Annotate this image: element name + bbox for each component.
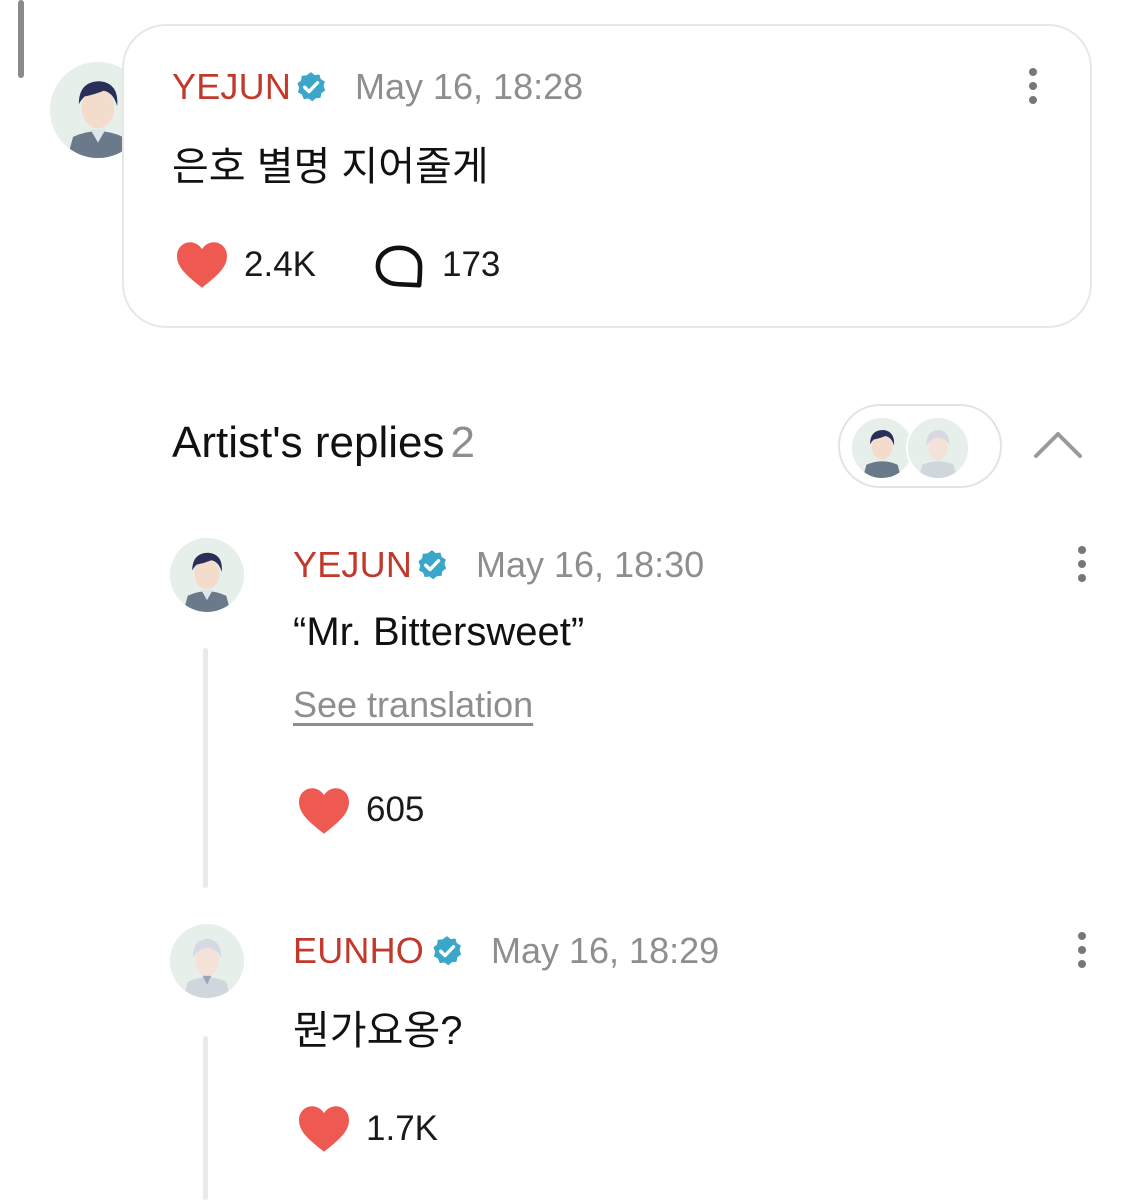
post-timestamp: May 16, 18:28 — [355, 66, 584, 107]
post-like-count: 2.4K — [244, 245, 316, 284]
reply-text: “Mr. Bittersweet” — [293, 610, 585, 654]
post-comment-count: 173 — [442, 245, 501, 284]
verified-badge-icon — [297, 72, 326, 102]
artist-replies-heading: Artist's replies 2 — [172, 418, 475, 468]
reply-more-icon[interactable] — [1075, 546, 1089, 586]
comment-bubble-icon[interactable] — [373, 244, 425, 290]
thread-line — [203, 1036, 208, 1200]
reply-more-icon[interactable] — [1075, 932, 1089, 972]
reply-text: 뭔가요옹? — [293, 1009, 463, 1053]
thread-line — [203, 648, 208, 888]
heart-icon[interactable] — [174, 240, 230, 290]
chevron-up-icon[interactable] — [1030, 424, 1086, 464]
artist-replies-count: 2 — [450, 418, 475, 467]
post-text: 은호 별명 지어줄게 — [172, 145, 489, 189]
reply-timestamp: May 16, 18:29 — [491, 930, 720, 971]
artist-avatars-pill[interactable] — [838, 404, 1002, 488]
avatar-yejun[interactable] — [170, 538, 244, 612]
artist-replies-title: Artist's replies — [172, 418, 445, 467]
verified-badge-icon — [418, 550, 447, 580]
reply-author-name[interactable]: YEJUN — [293, 544, 412, 586]
scroll-indicator[interactable] — [18, 0, 24, 78]
avatar-eunho-mini — [906, 416, 970, 480]
see-translation-link[interactable]: See translation — [293, 684, 533, 726]
avatar-yejun-mini — [850, 416, 914, 480]
heart-icon[interactable] — [296, 786, 352, 836]
reply-like-count: 605 — [366, 790, 425, 829]
post-more-icon[interactable] — [1026, 68, 1040, 108]
avatar-eunho[interactable] — [170, 924, 244, 998]
reply-author-name[interactable]: EUNHO — [293, 930, 424, 972]
heart-icon[interactable] — [296, 1104, 352, 1154]
reply-timestamp: May 16, 18:30 — [476, 544, 705, 585]
verified-badge-icon — [433, 936, 462, 966]
reply-like-count: 1.7K — [366, 1109, 438, 1148]
artist-post-thread: YEJUN May 16, 18:28 은호 별명 지어줄게 2.4K 173 … — [0, 0, 1144, 1200]
post-author-name[interactable]: YEJUN — [172, 66, 291, 108]
